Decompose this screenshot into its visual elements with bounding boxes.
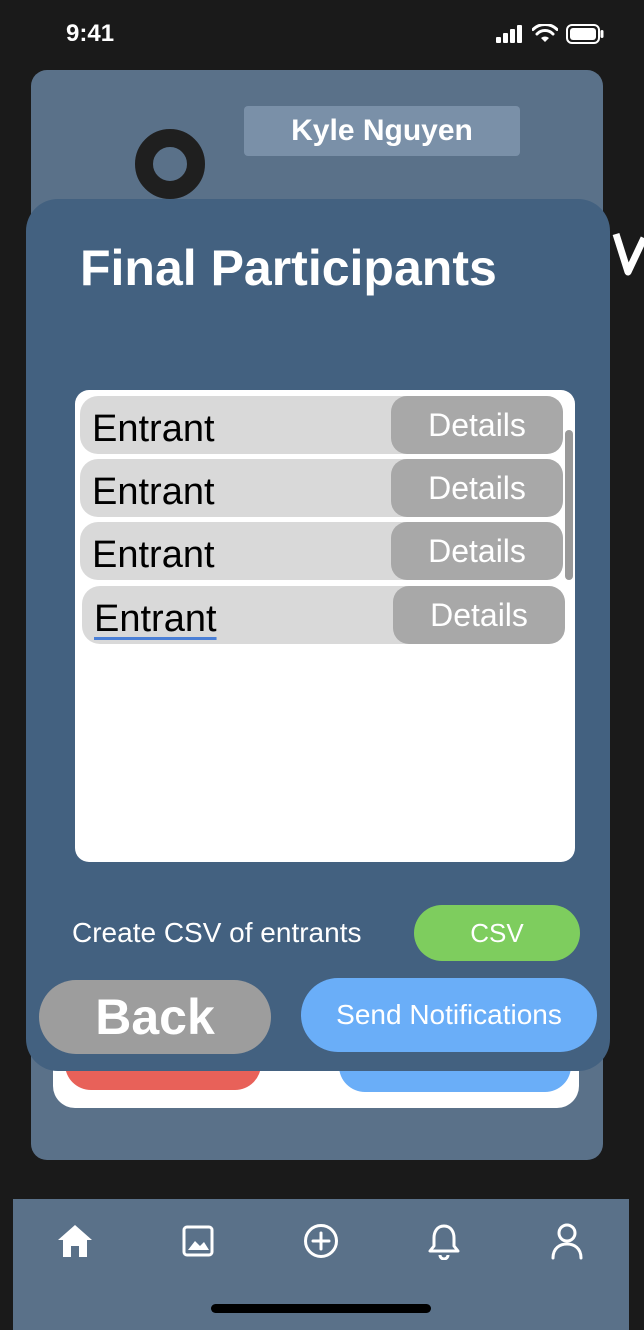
details-button[interactable]: Details <box>391 522 563 580</box>
tab-profile[interactable] <box>547 1221 587 1261</box>
details-button[interactable]: Details <box>391 459 563 517</box>
profile-name: Kyle Nguyen <box>244 106 520 156</box>
tab-create[interactable] <box>301 1221 341 1261</box>
wifi-icon <box>532 24 558 42</box>
home-icon <box>58 1225 92 1257</box>
battery-icon <box>566 24 604 44</box>
tab-notifications[interactable] <box>424 1221 464 1261</box>
send-notifications-button[interactable]: Send Notifications <box>301 978 597 1052</box>
entrant-label: Entrant <box>94 598 217 640</box>
back-button[interactable]: Back <box>39 980 271 1054</box>
add-circle-icon <box>304 1224 338 1258</box>
image-icon <box>182 1225 214 1257</box>
status-icons <box>496 24 604 44</box>
entrant-label: Entrant <box>92 471 215 513</box>
entrant-row: Entrant Details <box>80 459 563 517</box>
bell-icon <box>428 1224 460 1260</box>
tab-gallery[interactable] <box>178 1221 218 1261</box>
csv-button[interactable]: CSV <box>414 905 580 961</box>
list-scrollbar[interactable] <box>565 430 573 580</box>
tab-home[interactable] <box>55 1221 95 1261</box>
final-participants-modal: Final Participants Entrant Details Entra… <box>26 199 610 1071</box>
user-icon <box>551 1223 583 1260</box>
entrant-row: Entrant Details <box>80 396 563 454</box>
signal-icon <box>496 25 522 43</box>
entrant-list[interactable]: Entrant Details Entrant Details Entrant … <box>75 390 575 862</box>
entrant-label: Entrant <box>92 534 215 576</box>
csv-label: Create CSV of entrants <box>72 917 362 948</box>
phone-screen: 9:41 Kyle Nguyen Final Participants Entr… <box>0 0 644 1330</box>
entrant-row: Entrant Details <box>80 522 563 580</box>
entrant-row: Entrant Details <box>82 586 565 644</box>
home-indicator[interactable] <box>211 1304 431 1313</box>
details-button[interactable]: Details <box>391 396 563 454</box>
details-button[interactable]: Details <box>393 586 565 644</box>
tab-bar <box>13 1199 629 1330</box>
entrant-label: Entrant <box>92 408 215 450</box>
arrow-mark-icon <box>612 232 644 276</box>
status-time: 9:41 <box>66 20 115 47</box>
modal-title: Final Participants <box>80 240 497 296</box>
